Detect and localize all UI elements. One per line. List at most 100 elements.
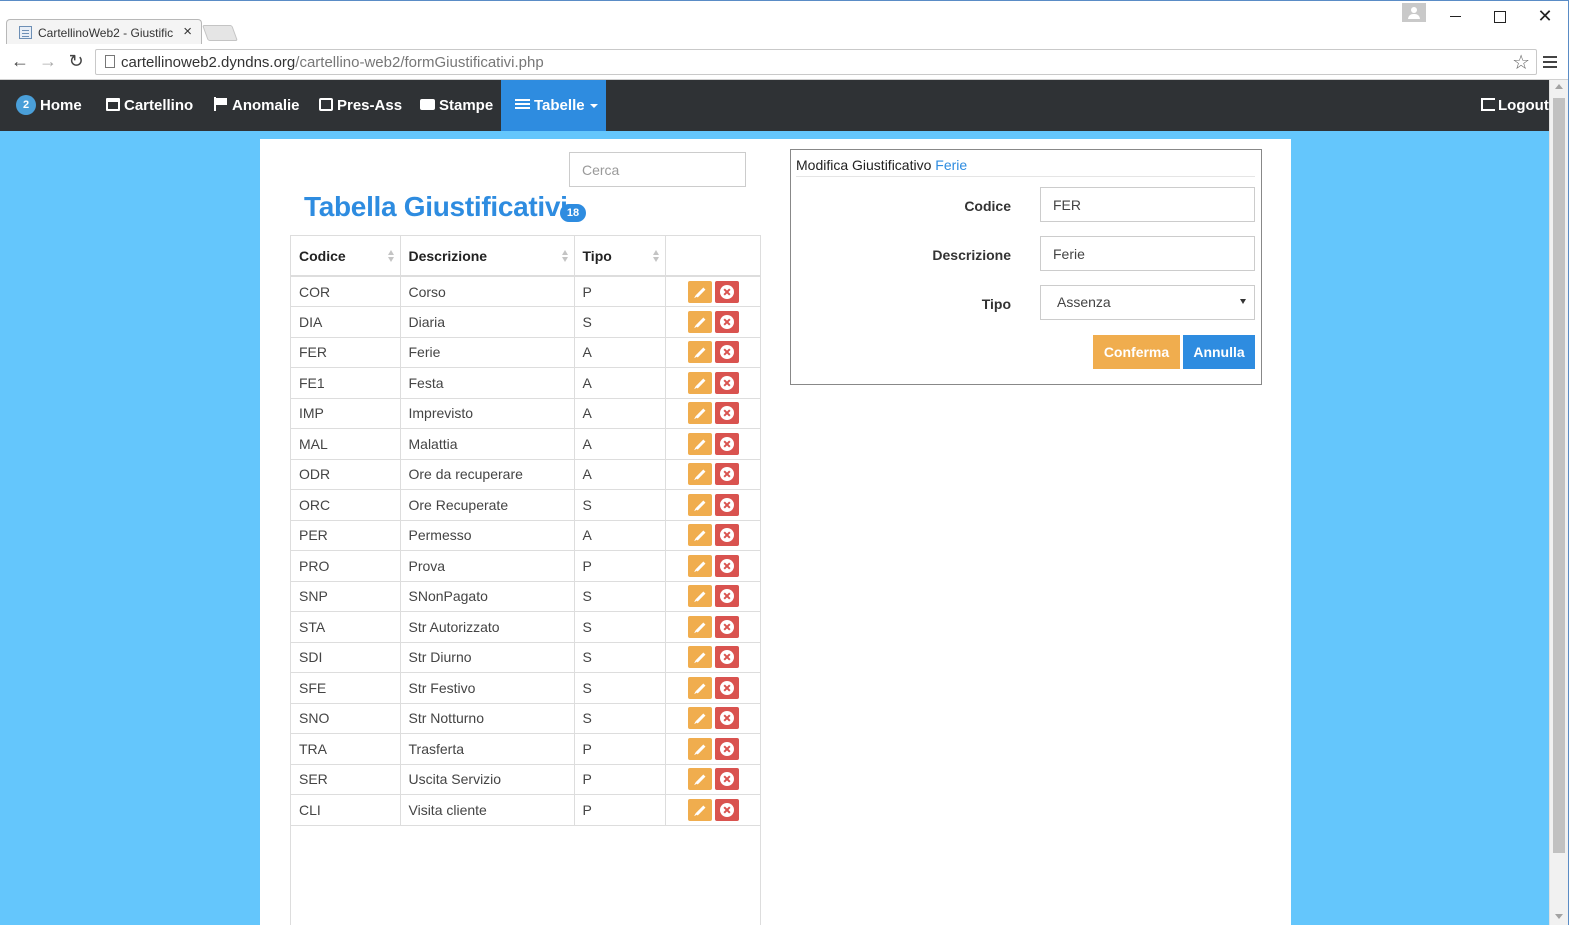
- codice-field[interactable]: [1040, 187, 1255, 222]
- cell-tipo: P: [574, 276, 666, 307]
- search-input[interactable]: [569, 152, 746, 187]
- edit-button[interactable]: [687, 646, 712, 669]
- edit-button[interactable]: [687, 341, 712, 364]
- cell-descrizione: Trasferta: [400, 733, 575, 765]
- delete-button[interactable]: [714, 585, 739, 608]
- scroll-down-icon[interactable]: [1555, 914, 1563, 919]
- edit-button[interactable]: [687, 371, 712, 394]
- delete-button[interactable]: [714, 524, 739, 547]
- delete-button[interactable]: [714, 707, 739, 730]
- header-descrizione[interactable]: Descrizione: [400, 236, 575, 277]
- edit-button[interactable]: [687, 310, 712, 333]
- delete-button[interactable]: [714, 737, 739, 760]
- back-arrow-icon[interactable]: ←: [9, 51, 31, 72]
- delete-button[interactable]: [714, 341, 739, 364]
- delete-button[interactable]: [714, 493, 739, 516]
- tipo-select[interactable]: Assenza: [1040, 285, 1255, 320]
- cell-codice: SNO: [291, 703, 401, 734]
- cell-codice: ODR: [291, 459, 401, 490]
- delete-button[interactable]: [714, 646, 739, 669]
- app-navbar: 2 Home Cartellino Anomalie Pres-Ass Stamp…: [0, 80, 1568, 131]
- edit-button[interactable]: [687, 768, 712, 791]
- delete-button[interactable]: [714, 554, 739, 577]
- browser-tab[interactable]: CartellinoWeb2 - Giustific ×: [6, 19, 202, 45]
- new-tab-button[interactable]: [202, 25, 238, 41]
- annulla-button[interactable]: Annulla: [1183, 335, 1255, 369]
- cell-actions: [665, 550, 761, 582]
- edit-button[interactable]: [687, 615, 712, 638]
- nav-pres-ass[interactable]: Pres-Ass: [319, 80, 402, 131]
- edit-button[interactable]: [687, 554, 712, 577]
- giustificativi-table: Codice Descrizione Tipo COR Corso P DIA Diar…: [290, 235, 761, 925]
- nav-stampe-label: Stampe: [439, 97, 494, 114]
- cell-actions: [665, 459, 761, 490]
- nav-tabelle-dropdown[interactable]: Tabelle: [501, 80, 606, 131]
- edit-button[interactable]: [687, 737, 712, 760]
- edit-button[interactable]: [687, 402, 712, 425]
- remove-circle-icon: [719, 680, 734, 695]
- delete-button[interactable]: [714, 676, 739, 699]
- delete-button[interactable]: [714, 402, 739, 425]
- close-window-button[interactable]: ✕: [1530, 5, 1560, 27]
- edit-button[interactable]: [687, 798, 712, 821]
- nav-cartellino[interactable]: Cartellino: [106, 80, 193, 131]
- minimize-button[interactable]: [1441, 5, 1471, 27]
- remove-circle-icon: [719, 741, 734, 756]
- maximize-button[interactable]: [1485, 5, 1515, 27]
- scroll-thumb[interactable]: [1553, 98, 1565, 853]
- scroll-up-icon[interactable]: [1555, 84, 1563, 89]
- address-bar[interactable]: cartellinoweb2.dyndns.org/cartellino-web…: [95, 49, 1537, 75]
- sort-icon: [387, 250, 394, 262]
- delete-button[interactable]: [714, 615, 739, 638]
- edit-button[interactable]: [687, 432, 712, 455]
- edit-button[interactable]: [687, 524, 712, 547]
- delete-button[interactable]: [714, 371, 739, 394]
- bookmark-star-icon[interactable]: ☆: [1512, 50, 1530, 75]
- table-row: MAL Malattia A: [291, 428, 761, 460]
- table-row: FE1 Festa A: [291, 367, 761, 399]
- url-text[interactable]: cartellinoweb2.dyndns.org/cartellino-web…: [121, 54, 544, 71]
- cell-tipo: S: [574, 306, 666, 338]
- nav-stampe[interactable]: Stampe: [420, 80, 493, 131]
- edit-button[interactable]: [687, 493, 712, 516]
- main-content: Tabella Giustificativi 18 Codice Descriz…: [260, 139, 1291, 925]
- reload-icon[interactable]: ↻: [65, 51, 87, 72]
- delete-button[interactable]: [714, 310, 739, 333]
- page-scrollbar[interactable]: [1549, 80, 1568, 925]
- edit-button[interactable]: [687, 707, 712, 730]
- edit-button[interactable]: [687, 280, 712, 303]
- conferma-button[interactable]: Conferma: [1093, 335, 1180, 369]
- cell-actions: [665, 489, 761, 521]
- user-profile-icon[interactable]: [1402, 3, 1426, 22]
- remove-circle-icon: [719, 589, 734, 604]
- descrizione-field[interactable]: [1040, 236, 1255, 271]
- edit-button[interactable]: [687, 585, 712, 608]
- nav-anomalie[interactable]: Anomalie: [214, 80, 300, 131]
- close-tab-icon[interactable]: ×: [183, 23, 192, 40]
- delete-button[interactable]: [714, 432, 739, 455]
- edit-button[interactable]: [687, 463, 712, 486]
- delete-button[interactable]: [714, 463, 739, 486]
- browser-toolbar: ← → ↻ cartellinoweb2.dyndns.org/cartelli…: [0, 44, 1591, 80]
- cell-descrizione: Ferie: [400, 337, 575, 368]
- table-row: ORC Ore Recuperate S: [291, 489, 761, 521]
- cell-descrizione: Str Notturno: [400, 703, 575, 734]
- nav-logout[interactable]: Logout: [1481, 80, 1549, 131]
- delete-button[interactable]: [714, 280, 739, 303]
- browser-menu-icon[interactable]: [1543, 56, 1557, 68]
- remove-circle-icon: [719, 528, 734, 543]
- edit-button[interactable]: [687, 676, 712, 699]
- nav-home[interactable]: 2 Home: [16, 80, 82, 131]
- delete-button[interactable]: [714, 798, 739, 821]
- pencil-icon: [695, 683, 705, 694]
- forward-arrow-icon[interactable]: →: [37, 51, 59, 72]
- url-host: cartellinoweb2.dyndns.org: [121, 54, 296, 71]
- table-row: DIA Diaria S: [291, 306, 761, 338]
- header-codice[interactable]: Codice: [291, 236, 401, 277]
- header-tipo[interactable]: Tipo: [574, 236, 666, 277]
- delete-button[interactable]: [714, 768, 739, 791]
- cell-descrizione: SNonPagato: [400, 581, 575, 612]
- cell-codice: SER: [291, 764, 401, 795]
- pencil-icon: [695, 347, 705, 358]
- nav-presass-label: Pres-Ass: [337, 97, 403, 114]
